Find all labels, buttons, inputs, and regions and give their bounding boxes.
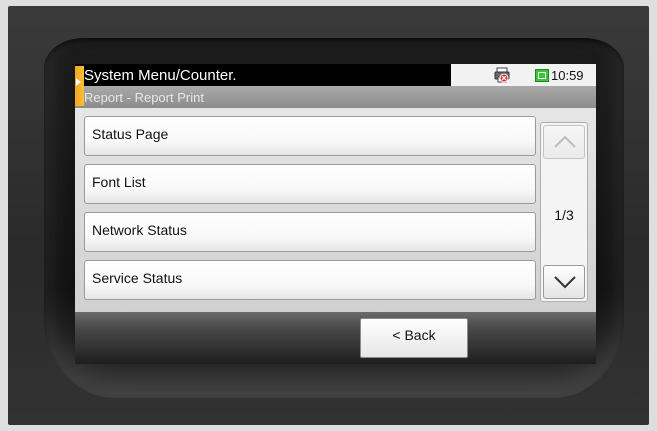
list-item-label: Status Page bbox=[92, 126, 169, 142]
page-scroller: 1/3 bbox=[540, 122, 588, 302]
bottom-bar: < Back bbox=[75, 312, 596, 364]
report-list: Status Page Font List Network Status Ser… bbox=[75, 108, 596, 312]
status-bar: System Menu/Counter. 10:59 bbox=[75, 64, 596, 86]
list-item-label: Service Status bbox=[92, 270, 183, 286]
list-item-label: Network Status bbox=[92, 222, 187, 238]
chevron-down-icon bbox=[554, 276, 576, 289]
scroll-down-button[interactable] bbox=[543, 265, 585, 299]
list-item-status-page[interactable]: Status Page bbox=[84, 116, 536, 156]
touch-screen: System Menu/Counter. 10:59 Report - Repo… bbox=[75, 64, 596, 364]
list-item-network-status[interactable]: Network Status bbox=[84, 212, 536, 252]
back-button-label: < Back bbox=[392, 327, 436, 343]
toner-status-icon bbox=[535, 68, 549, 82]
screen-title: System Menu/Counter. bbox=[84, 67, 237, 84]
list-item-font-list[interactable]: Font List bbox=[84, 164, 536, 204]
list-item-label: Font List bbox=[92, 174, 146, 190]
clock-area: 10:59 bbox=[535, 67, 584, 83]
printer-error-icon bbox=[494, 67, 510, 83]
clock: 10:59 bbox=[551, 67, 584, 83]
scroll-up-button[interactable] bbox=[543, 125, 585, 159]
breadcrumb: Report - Report Print bbox=[75, 86, 596, 108]
breadcrumb-text: Report - Report Print bbox=[84, 90, 204, 105]
menu-tab-icon[interactable] bbox=[75, 66, 84, 106]
list-item-service-status[interactable]: Service Status bbox=[84, 260, 536, 300]
back-button[interactable]: < Back bbox=[360, 318, 468, 358]
page-indicator: 1/3 bbox=[554, 207, 574, 223]
chevron-up-icon bbox=[554, 135, 576, 148]
